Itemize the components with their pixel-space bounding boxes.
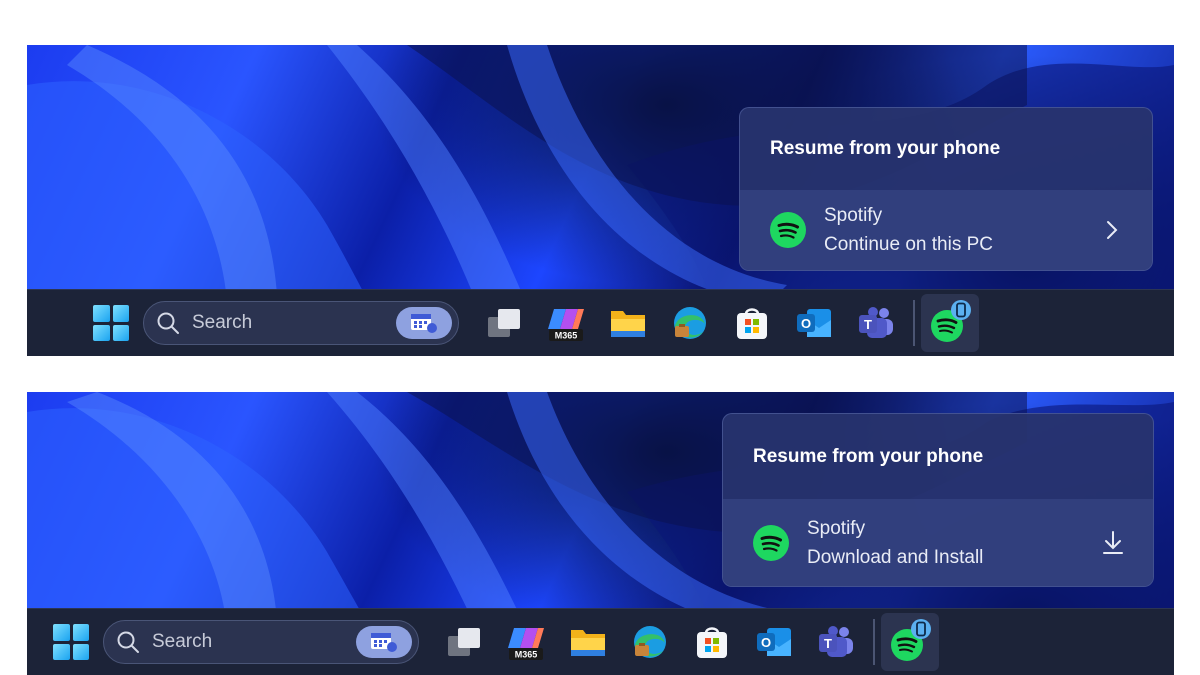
windows-start-icon[interactable] (93, 305, 129, 341)
file-explorer-icon[interactable] (604, 299, 652, 347)
microsoft-store-icon[interactable] (688, 618, 736, 666)
teams-letter: T (864, 317, 872, 332)
app-action-label: Download and Install (807, 546, 984, 568)
spotify-resume-taskbar-icon[interactable] (921, 294, 979, 352)
search-box[interactable]: Search (103, 620, 419, 664)
outlook-letter: O (801, 316, 811, 331)
search-highlight-calendar-icon[interactable] (356, 626, 412, 658)
search-box[interactable]: Search (143, 301, 459, 345)
search-icon (157, 312, 179, 334)
search-placeholder: Search (152, 631, 213, 652)
app-name: Spotify (807, 517, 866, 539)
taskbar: Search M365 O T (27, 289, 1174, 356)
taskbar-divider (873, 619, 875, 665)
taskbar: Search M365 O T (27, 608, 1174, 675)
search-placeholder: Search (192, 312, 253, 333)
microsoft-store-icon[interactable] (728, 299, 776, 347)
teams-letter: T (824, 636, 832, 651)
app-name: Spotify (824, 205, 883, 226)
app-action-label: Continue on this PC (824, 234, 993, 255)
file-explorer-icon[interactable] (564, 618, 612, 666)
flyout-title: Resume from your phone (753, 445, 984, 467)
task-view-icon[interactable] (440, 618, 488, 666)
m365-badge: M365 (515, 650, 538, 660)
search-highlight-calendar-icon[interactable] (396, 307, 452, 339)
screenshot-bottom: Resume from your phone Spotify Download … (27, 392, 1174, 675)
copilot-m365-icon[interactable]: M365 (542, 299, 590, 347)
task-view-icon[interactable] (480, 299, 528, 347)
resume-app-item[interactable]: Spotify Continue on this PC (740, 190, 1152, 270)
taskbar-divider (913, 300, 915, 346)
edge-icon[interactable] (666, 299, 714, 347)
spotify-icon (770, 212, 806, 248)
copilot-m365-icon[interactable]: M365 (502, 618, 550, 666)
outlook-icon[interactable]: O (750, 618, 798, 666)
windows-start-icon[interactable] (53, 624, 89, 660)
m365-badge: M365 (555, 331, 578, 341)
spotify-resume-taskbar-icon[interactable] (881, 613, 939, 671)
teams-icon[interactable]: T (812, 618, 860, 666)
edge-icon[interactable] (626, 618, 674, 666)
resume-app-item[interactable]: Spotify Download and Install (723, 499, 1153, 586)
spotify-icon (753, 524, 789, 561)
resume-flyout: Resume from your phone Spotify Download … (722, 413, 1154, 587)
chevron-right-icon[interactable] (1092, 210, 1132, 250)
resume-flyout: Resume from your phone Spotify Continue … (739, 107, 1153, 271)
download-icon[interactable] (1093, 523, 1133, 563)
flyout-title: Resume from your phone (770, 138, 1001, 159)
outlook-letter: O (761, 635, 771, 650)
outlook-icon[interactable]: O (790, 299, 838, 347)
screenshot-top: Resume from your phone Spotify Continue … (27, 45, 1174, 356)
teams-icon[interactable]: T (852, 299, 900, 347)
search-icon (117, 631, 139, 653)
